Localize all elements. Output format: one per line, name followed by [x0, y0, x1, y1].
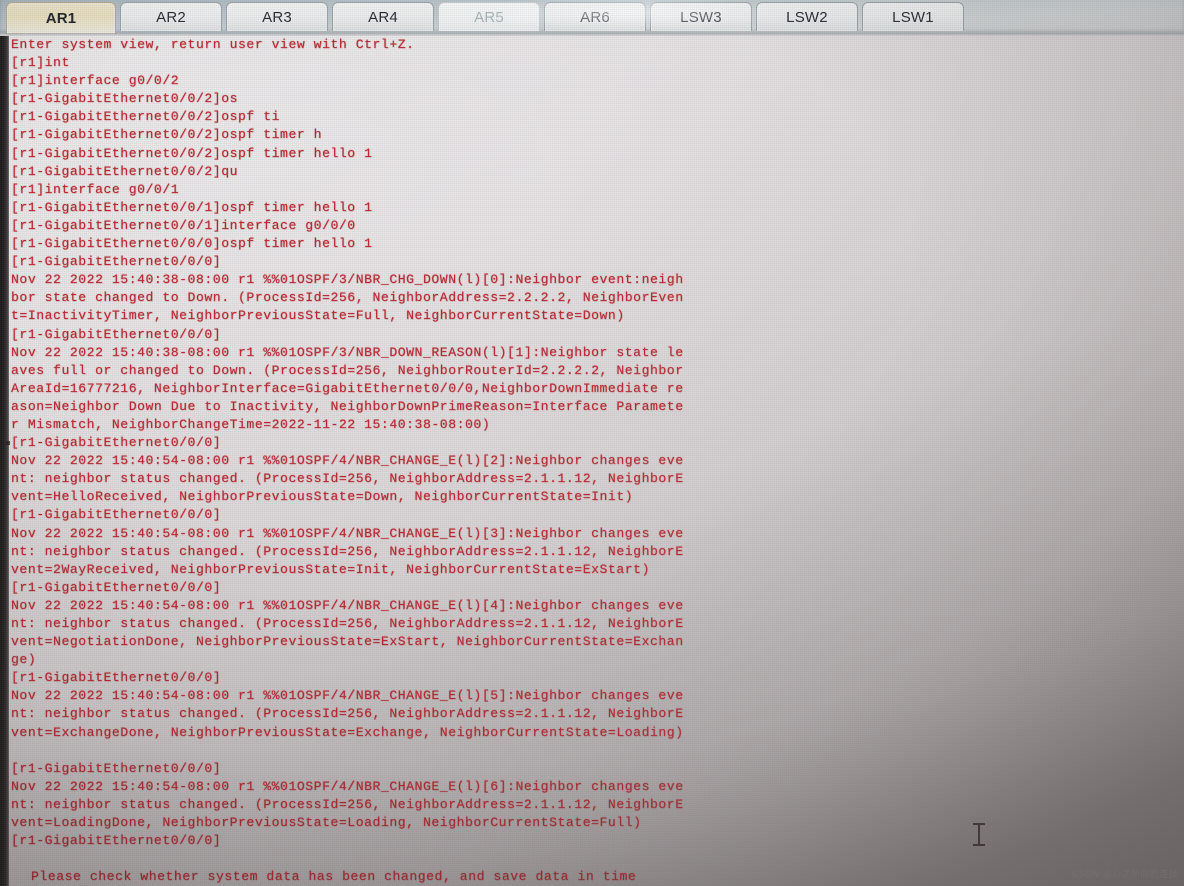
console-line: [r1-GigabitEthernet0/0/0] — [11, 254, 222, 270]
console-line: Nov 22 2022 15:40:54-08:00 r1 %%01OSPF/4… — [11, 453, 684, 469]
console-line: Nov 22 2022 15:40:54-08:00 r1 %%01OSPF/4… — [11, 597, 684, 613]
tab-ar4[interactable]: AR4 — [332, 2, 434, 31]
console-line: [r1-GigabitEthernet0/0/2]qu — [11, 163, 239, 179]
console-line: Nov 22 2022 15:40:54-08:00 r1 %%01OSPF/4… — [11, 525, 684, 541]
console-line: r Mismatch, NeighborChangeTime=2022-11-2… — [11, 416, 491, 432]
tab-label: AR3 — [262, 8, 292, 26]
console-line: [r1-GigabitEthernet0/0/2]os — [11, 91, 239, 107]
console-line: [r1]int — [11, 55, 70, 71]
console-line: [r1-GigabitEthernet0/0/2]ospf ti — [11, 109, 281, 125]
console-line: vent=NegotiationDone, NeighborPreviousSt… — [11, 634, 684, 650]
console-line: nt: neighbor status changed. (ProcessId=… — [11, 543, 684, 559]
console-line: bor state changed to Down. (ProcessId=25… — [11, 290, 684, 306]
tab-label: AR5 — [474, 8, 504, 26]
console-line: AreaId=16777216, NeighborInterface=Gigab… — [11, 380, 684, 396]
tab-label: LSW2 — [786, 8, 828, 26]
tab-ar1[interactable]: AR1 — [6, 2, 116, 34]
screenshot-root: AR1 AR2 AR3 AR4 AR5 AR6 LSW3 LSW2 LSW1 Enter sys… — [0, 0, 1184, 886]
console-line: Nov 22 2022 15:40:38-08:00 r1 %%01OSPF/3… — [11, 344, 684, 360]
console-line: Nov 22 2022 15:40:54-08:00 r1 %%01OSPF/4… — [11, 688, 684, 704]
console-line: [r1-GigabitEthernet0/0/0] — [11, 760, 222, 776]
console-line: [r1]interface g0/0/2 — [11, 73, 180, 89]
console-line: [r1-GigabitEthernet0/0/0] — [11, 507, 222, 523]
console-line: ason=Neighbor Down Due to Inactivity, Ne… — [11, 398, 684, 414]
tab-label: AR6 — [580, 8, 610, 26]
console-line: vent=HelloReceived, NeighborPreviousStat… — [11, 489, 634, 505]
monitor-bezel-left — [0, 36, 9, 886]
console-line: ge) — [11, 652, 37, 668]
console-line: [r1-GigabitEthernet0/0/2]ospf timer hell… — [11, 145, 373, 161]
console-line: [r1-GigabitEthernet0/0/1]ospf timer hell… — [11, 199, 373, 215]
tab-lsw3[interactable]: LSW3 — [650, 2, 752, 31]
console-line: [r1-GigabitEthernet0/0/0] — [11, 326, 222, 342]
console-line: aves full or changed to Down. (ProcessId… — [11, 362, 684, 378]
console-line: nt: neighbor status changed. (ProcessId=… — [11, 616, 684, 631]
tab-label: LSW1 — [892, 8, 934, 26]
tab-ar5[interactable]: AR5 — [438, 2, 540, 31]
console-line: [r1-GigabitEthernet0/0/0] — [11, 833, 222, 849]
console-line: nt: neighbor status changed. (ProcessId=… — [11, 471, 684, 487]
console-line: Please check whether system data has bee… — [31, 869, 637, 885]
console-line: [r1-GigabitEthernet0/0/0] — [11, 435, 222, 451]
tab-lsw2[interactable]: LSW2 — [756, 2, 858, 31]
tab-ar6[interactable]: AR6 — [544, 2, 646, 31]
console-line: vent=LoadingDone, NeighborPreviousState=… — [11, 815, 642, 831]
console-line: Enter system view, return user view with… — [11, 37, 415, 52]
console-line: nt: neighbor status changed. (ProcessId=… — [11, 796, 684, 812]
tab-list: AR1 AR2 AR3 AR4 AR5 AR6 LSW3 LSW2 LSW1 — [6, 2, 968, 34]
console-output[interactable]: Enter system view, return user view with… — [11, 36, 1161, 886]
scroll-marker — [6, 441, 10, 445]
console-line: t=InactivityTimer, NeighborPreviousState… — [11, 308, 625, 324]
console-line: [r1-GigabitEthernet0/0/0] — [11, 670, 222, 686]
tab-label: AR1 — [45, 10, 77, 27]
tab-label: LSW3 — [680, 8, 722, 26]
tab-lsw1[interactable]: LSW1 — [862, 2, 964, 31]
console-line: [r1-GigabitEthernet0/0/1]interface g0/0/… — [11, 217, 356, 233]
console-line: [r1-GigabitEthernet0/0/2]ospf timer h — [11, 127, 323, 143]
console-line: Nov 22 2022 15:40:38-08:00 r1 %%01OSPF/3… — [11, 272, 684, 288]
device-tab-bar: AR1 AR2 AR3 AR4 AR5 AR6 LSW3 LSW2 LSW1 — [0, 0, 1184, 34]
console-viewport: Enter system view, return user view with… — [0, 36, 1184, 886]
tab-ar2[interactable]: AR2 — [120, 2, 222, 31]
console-line: vent=ExchangeDone, NeighborPreviousState… — [11, 724, 684, 740]
console-line: [r1-GigabitEthernet0/0/0] — [11, 579, 222, 595]
tab-label: AR2 — [156, 8, 186, 26]
console-line: Nov 22 2022 15:40:54-08:00 r1 %%01OSPF/4… — [11, 778, 684, 794]
watermark: CSDN @心之所向的连接 — [1072, 870, 1178, 880]
console-line: vent=2WayReceived, NeighborPreviousState… — [11, 561, 650, 577]
tab-ar3[interactable]: AR3 — [226, 2, 328, 31]
tab-label: AR4 — [368, 8, 398, 26]
console-line: [r1]interface g0/0/1 — [11, 181, 180, 197]
console-line: [r1-GigabitEthernet0/0/0]ospf timer hell… — [11, 236, 373, 252]
console-line: nt: neighbor status changed. (ProcessId=… — [11, 706, 684, 722]
